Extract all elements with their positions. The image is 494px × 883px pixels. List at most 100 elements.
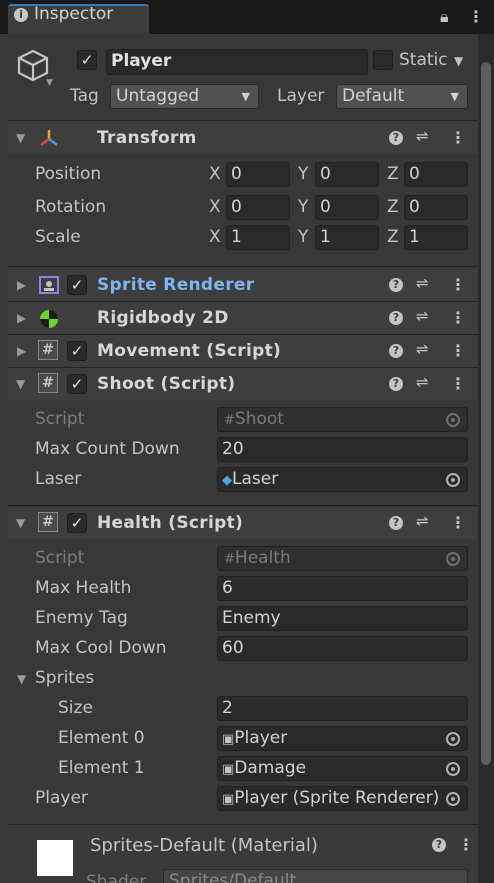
- max-count-down-input[interactable]: 20: [217, 437, 468, 462]
- scale-z-input[interactable]: 1: [404, 225, 468, 250]
- element-0-field[interactable]: ▣Player: [217, 726, 468, 751]
- object-picker-icon[interactable]: [446, 792, 460, 806]
- rigidbody-header[interactable]: [8, 302, 478, 334]
- scale-y-label[interactable]: Y: [298, 227, 308, 247]
- script-icon: #: [38, 512, 58, 532]
- help-icon[interactable]: ?: [389, 311, 403, 325]
- collapse-arrow-icon[interactable]: ▼: [16, 516, 25, 530]
- script-icon: #: [38, 373, 58, 393]
- help-icon[interactable]: ?: [389, 377, 403, 391]
- position-y-label[interactable]: Y: [298, 164, 308, 184]
- component-menu-icon[interactable]: ⋮: [450, 374, 466, 393]
- material-title: Sprites-Default (Material): [90, 835, 318, 856]
- prefab-cube-icon: ◆: [222, 473, 232, 488]
- divider: [8, 120, 478, 121]
- expand-arrow-icon[interactable]: ▶: [17, 278, 26, 292]
- object-picker-icon: [446, 552, 460, 566]
- static-checkbox[interactable]: [373, 50, 393, 70]
- sprites-label[interactable]: Sprites: [35, 668, 94, 688]
- gameobject-name-input[interactable]: Player: [106, 49, 368, 75]
- health-enabled-checkbox[interactable]: ✓: [67, 513, 87, 533]
- rigidbody-title: Rigidbody 2D: [97, 308, 229, 328]
- presets-icon[interactable]: ⇌: [416, 373, 429, 391]
- rotation-z-input[interactable]: 0: [404, 195, 468, 220]
- component-menu-icon[interactable]: ⋮: [450, 513, 466, 532]
- help-icon[interactable]: ?: [389, 344, 403, 358]
- lock-icon[interactable]: 🔒︎: [440, 7, 449, 27]
- rotation-y-input[interactable]: 0: [315, 195, 379, 220]
- collapse-arrow-icon[interactable]: ▼: [16, 377, 25, 391]
- transform-title: Transform: [97, 128, 197, 148]
- component-menu-icon[interactable]: ⋮: [450, 308, 466, 327]
- rotation-z-label[interactable]: Z: [387, 197, 399, 217]
- scrollbar-thumb[interactable]: [481, 62, 491, 765]
- expand-arrow-icon[interactable]: ▶: [17, 344, 26, 358]
- transform-header[interactable]: [8, 122, 478, 154]
- object-picker-icon[interactable]: [446, 762, 460, 776]
- sprite-renderer-icon: ▣: [222, 792, 235, 807]
- more-options-icon[interactable]: ⋮: [468, 7, 484, 26]
- shader-label: Shader: [86, 872, 147, 883]
- sprite-renderer-enabled-checkbox[interactable]: ✓: [67, 275, 87, 295]
- object-picker-icon[interactable]: [446, 732, 460, 746]
- max-cool-down-input[interactable]: 60: [217, 636, 468, 661]
- script-icon: #: [38, 340, 58, 360]
- presets-icon[interactable]: ⇌: [416, 307, 429, 325]
- sprite-icon: ▣: [222, 762, 235, 777]
- rotation-x-input[interactable]: 0: [226, 195, 290, 220]
- help-icon[interactable]: ?: [389, 131, 403, 145]
- movement-enabled-checkbox[interactable]: ✓: [67, 341, 87, 361]
- static-label[interactable]: Static: [399, 50, 448, 70]
- health-script-field: #Health: [217, 546, 468, 571]
- layer-dropdown[interactable]: Default ▼: [336, 84, 468, 109]
- size-label: Size: [58, 698, 93, 718]
- laser-field[interactable]: ◆Laser: [217, 467, 468, 492]
- presets-icon[interactable]: ⇌: [416, 340, 429, 358]
- scale-z-label[interactable]: Z: [387, 227, 399, 247]
- shoot-enabled-checkbox[interactable]: ✓: [67, 374, 87, 394]
- element-1-field[interactable]: ▣Damage: [217, 756, 468, 781]
- expand-arrow-icon[interactable]: ▼: [16, 131, 25, 145]
- shader-dropdown[interactable]: Sprites/Default: [163, 869, 468, 883]
- object-picker-icon[interactable]: [446, 473, 460, 487]
- enemy-tag-input[interactable]: Enemy: [217, 606, 468, 631]
- laser-value: Laser: [232, 469, 279, 489]
- sprites-foldout-icon[interactable]: ▼: [17, 672, 26, 686]
- presets-icon[interactable]: ⇌: [416, 512, 429, 530]
- help-icon[interactable]: ?: [432, 838, 446, 852]
- active-checkbox[interactable]: ✓: [77, 50, 97, 70]
- enemy-tag-label: Enemy Tag: [35, 608, 128, 628]
- scale-y-input[interactable]: 1: [315, 225, 379, 250]
- scale-x-input[interactable]: 1: [226, 225, 290, 250]
- position-x-label[interactable]: X: [209, 164, 221, 184]
- max-health-input[interactable]: 6: [217, 576, 468, 601]
- rotation-y-label[interactable]: Y: [298, 197, 308, 217]
- help-icon[interactable]: ?: [389, 516, 403, 530]
- component-menu-icon[interactable]: ⋮: [450, 128, 466, 147]
- icon-dropdown-icon[interactable]: ▼: [46, 78, 53, 88]
- tag-label: Tag: [70, 86, 99, 106]
- sprite-renderer-title: Sprite Renderer: [97, 275, 255, 295]
- scale-x-label[interactable]: X: [209, 227, 221, 247]
- position-y-input[interactable]: 0: [315, 162, 379, 187]
- size-input[interactable]: 2: [217, 696, 468, 721]
- position-z-label[interactable]: Z: [387, 164, 399, 184]
- tag-dropdown[interactable]: Untagged ▼: [110, 84, 259, 109]
- component-menu-icon[interactable]: ⋮: [450, 341, 466, 360]
- presets-icon[interactable]: ⇌: [416, 127, 429, 145]
- position-x-input[interactable]: 0: [226, 162, 290, 187]
- max-count-down-label: Max Count Down: [35, 439, 180, 459]
- expand-arrow-icon[interactable]: ▶: [17, 311, 26, 325]
- component-menu-icon[interactable]: ⋮: [450, 275, 466, 294]
- layer-label: Layer: [277, 86, 325, 106]
- rotation-x-label[interactable]: X: [209, 197, 221, 217]
- tab-title: Inspector: [34, 4, 114, 24]
- position-z-input[interactable]: 0: [404, 162, 468, 187]
- help-icon[interactable]: ?: [389, 278, 403, 292]
- player-field[interactable]: ▣Player (Sprite Renderer): [217, 786, 468, 811]
- presets-icon[interactable]: ⇌: [416, 274, 429, 292]
- gameobject-cube-icon: [17, 49, 49, 82]
- material-menu-icon[interactable]: ⋮: [458, 835, 474, 854]
- health-script-value: Health: [234, 548, 291, 568]
- static-dropdown-icon[interactable]: ▼: [454, 54, 463, 68]
